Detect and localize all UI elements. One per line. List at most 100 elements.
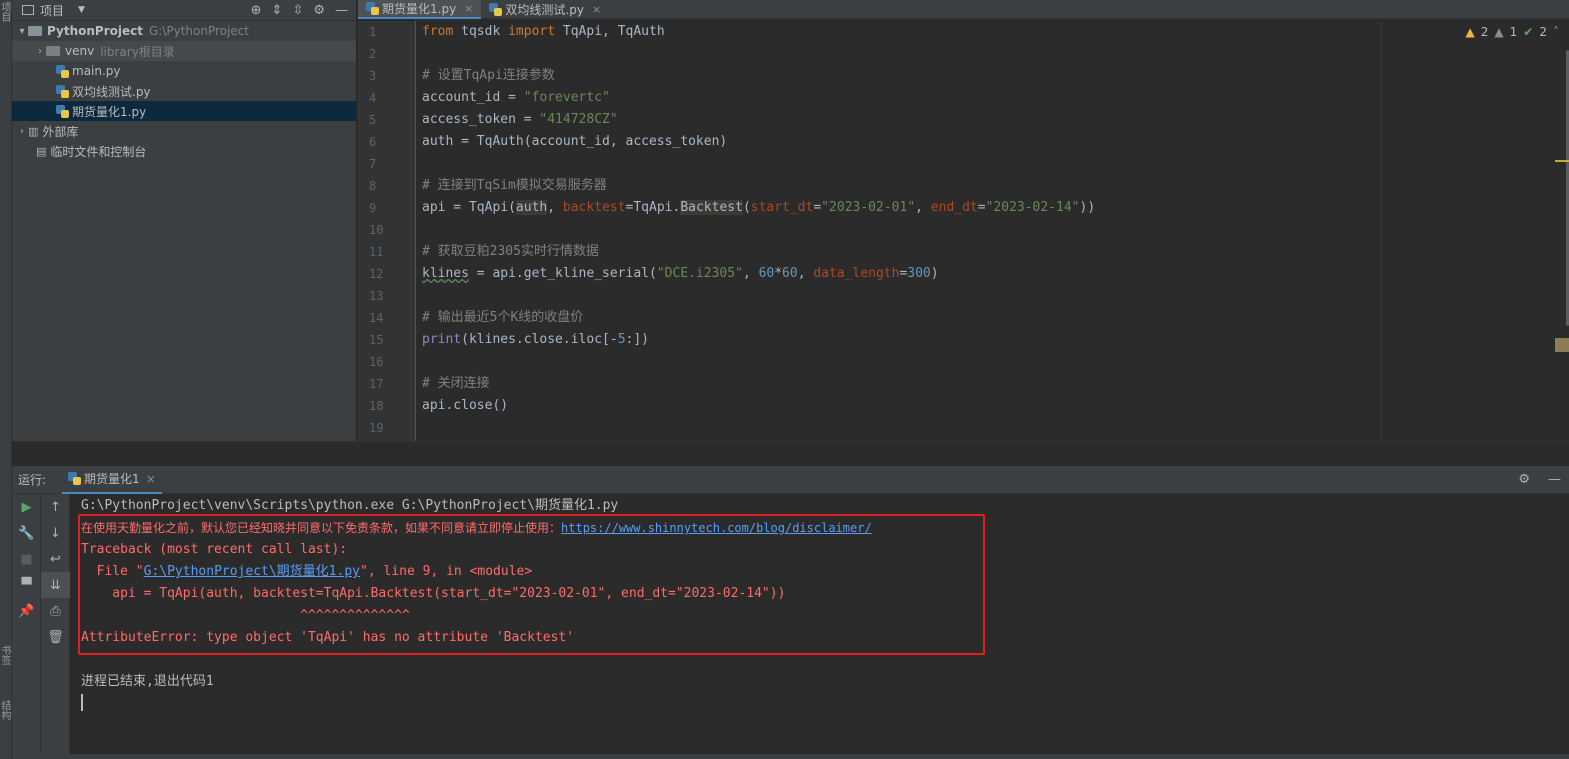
bottom-scrollbar-track[interactable] xyxy=(12,754,1569,759)
disclaimer-link[interactable]: https://www.shinnytech.com/blog/disclaim… xyxy=(561,521,872,535)
code-line-17: # 关闭连接 xyxy=(422,376,490,391)
project-tool-tab[interactable]: 项目 xyxy=(0,2,12,32)
arrow-up-icon[interactable]: ↑ xyxy=(41,494,70,520)
pin-icon[interactable]: 📌 xyxy=(12,598,41,624)
console-command-line: G:\PythonProject\venv\Scripts\python.exe… xyxy=(81,498,619,513)
library-icon: ▥ xyxy=(28,124,39,138)
warning-stripe[interactable] xyxy=(1555,160,1569,162)
expand-all-icon[interactable]: ⇕ xyxy=(272,3,283,18)
tree-label: main.py xyxy=(72,64,121,78)
param: end_dt xyxy=(930,200,978,215)
minimize-icon[interactable]: — xyxy=(335,3,348,18)
chevron-right-icon[interactable]: › xyxy=(16,126,28,137)
line-number[interactable]: 7 xyxy=(358,153,415,175)
tree-row-scratches[interactable]: ▤ 临时文件和控制台 xyxy=(12,141,356,161)
line-number[interactable]: 11 xyxy=(358,241,415,263)
kw: import xyxy=(508,24,556,39)
str: "2023-02-01" xyxy=(821,200,916,215)
scratch-icon: ▤ xyxy=(36,144,47,158)
tree-row-venv[interactable]: › venv library根目录 xyxy=(12,41,356,61)
code-area[interactable]: from tqsdk import TqApi, TqAuth # 设置TqAp… xyxy=(422,21,1382,439)
inspection-widget[interactable]: ▲ 2 ▲ 1 ✔ 2 ˄ xyxy=(1466,25,1559,39)
line-number[interactable]: 18 xyxy=(358,395,415,417)
chevron-down-icon[interactable]: ▼ xyxy=(78,5,85,15)
tab-futures-quant[interactable]: 期货量化1.py × xyxy=(358,0,482,19)
param: backtest xyxy=(562,200,626,215)
panel-splitter[interactable] xyxy=(12,441,1569,466)
line-number[interactable]: 19 xyxy=(358,417,415,439)
run-panel-header: 运行: 期货量化1 × ⚙ — xyxy=(12,466,1569,494)
tree-row-futures[interactable]: 期货量化1.py xyxy=(12,101,356,121)
code-line-12: klines = api.get_kline_serial("DCE.i2305… xyxy=(422,263,1382,285)
line-number[interactable]: 5 xyxy=(358,109,415,131)
line-number[interactable]: 14 xyxy=(358,307,415,329)
layout-icon[interactable]: ▀ xyxy=(12,572,41,598)
code-line-15: print(klines.close.iloc[-5:]) xyxy=(422,329,1382,351)
line-number[interactable]: 13 xyxy=(358,285,415,307)
gear-icon[interactable]: ⚙ xyxy=(313,3,325,18)
line-number[interactable]: 15 xyxy=(358,329,415,351)
scroll-to-end-icon[interactable]: ⇊ xyxy=(41,572,70,598)
line-number[interactable]: 8 xyxy=(358,175,415,197)
line-number[interactable]: 6 xyxy=(358,131,415,153)
wrench-icon[interactable]: 🔧 xyxy=(12,520,41,546)
tok: :]) xyxy=(625,332,649,347)
close-icon[interactable]: × xyxy=(592,3,601,16)
line-number[interactable]: 17 xyxy=(358,373,415,395)
line-number[interactable]: 3 xyxy=(358,65,415,87)
tok: , xyxy=(915,200,931,215)
close-icon[interactable]: × xyxy=(464,2,473,15)
tree-label: 期货量化1.py xyxy=(72,104,147,119)
line-number[interactable]: 4 xyxy=(358,87,415,109)
trash-icon[interactable]: 🗑 xyxy=(41,624,70,650)
source-file-link[interactable]: G:\PythonProject\期货量化1.py xyxy=(144,564,360,579)
warning-icon: ▲ xyxy=(1465,25,1475,39)
rerun-icon[interactable]: ▶ xyxy=(12,494,41,520)
error-stripe[interactable] xyxy=(1555,338,1569,352)
tree-hint: G:\PythonProject xyxy=(148,24,250,38)
tree-row-main[interactable]: main.py xyxy=(12,61,356,81)
project-panel-title[interactable]: 项目 xyxy=(40,2,64,19)
minimize-icon[interactable]: — xyxy=(1548,472,1561,487)
close-icon[interactable]: × xyxy=(146,472,156,486)
chevron-up-icon[interactable]: ˄ xyxy=(1553,25,1559,39)
tok-hl: Backtest xyxy=(680,200,743,215)
tok: TqApi, TqAuth xyxy=(555,24,665,39)
stop-icon[interactable]: ■ xyxy=(12,546,41,572)
tab-label: 双均线测试.py xyxy=(505,3,584,17)
locate-icon[interactable]: ⊕ xyxy=(251,3,262,18)
tab-ma-test[interactable]: 双均线测试.py × xyxy=(481,0,609,19)
gear-icon[interactable]: ⚙ xyxy=(1518,472,1530,487)
structure-tool-tab[interactable]: 结构 xyxy=(0,700,12,740)
line-number[interactable]: 1 xyxy=(358,21,415,43)
tree-row-root[interactable]: ▾ PythonProject G:\PythonProject xyxy=(12,21,356,41)
code-line-14: # 输出最近5个K线的收盘价 xyxy=(422,310,584,325)
line-number[interactable]: 9 xyxy=(358,197,415,219)
chevron-down-icon[interactable]: ▾ xyxy=(16,26,28,37)
line-number[interactable]: 2 xyxy=(358,43,415,65)
chevron-right-icon[interactable]: › xyxy=(34,46,46,57)
print-icon[interactable]: ⎙ xyxy=(41,598,70,624)
tree-label: 外部库 xyxy=(42,124,79,139)
tab-run-config[interactable]: 期货量化1 × xyxy=(62,466,162,494)
tok: =TqApi. xyxy=(625,200,681,215)
editor-area: 期货量化1.py × 双均线测试.py × 1 2 3 4 5 6 7 8 9 10 11 12 13 1… xyxy=(358,0,1569,441)
text-caret xyxy=(81,694,83,711)
bookmarks-tool-tab[interactable]: 书签 xyxy=(0,645,12,685)
collapse-all-icon[interactable]: ⇳ xyxy=(292,3,303,18)
str: "forevertc" xyxy=(523,90,610,105)
line-number[interactable]: 12 xyxy=(358,263,415,285)
arrow-down-icon[interactable]: ↓ xyxy=(41,520,70,546)
soft-wrap-icon[interactable]: ↩ xyxy=(41,546,70,572)
line-number[interactable]: 10 xyxy=(358,219,415,241)
tok: = api.get_kline_serial( xyxy=(468,266,657,281)
console-output[interactable]: G:\PythonProject\venv\Scripts\python.exe… xyxy=(70,494,1569,759)
tree-row-external-libs[interactable]: › ▥ 外部库 xyxy=(12,121,356,141)
tree-row-ma-test[interactable]: 双均线测试.py xyxy=(12,81,356,101)
console-file-line: File "G:\PythonProject\期货量化1.py", line 9… xyxy=(81,561,1569,583)
editor-tabs: 期货量化1.py × 双均线测试.py × xyxy=(358,0,1569,19)
tree-label: PythonProject xyxy=(47,24,143,38)
line-number[interactable]: 16 xyxy=(358,351,415,373)
